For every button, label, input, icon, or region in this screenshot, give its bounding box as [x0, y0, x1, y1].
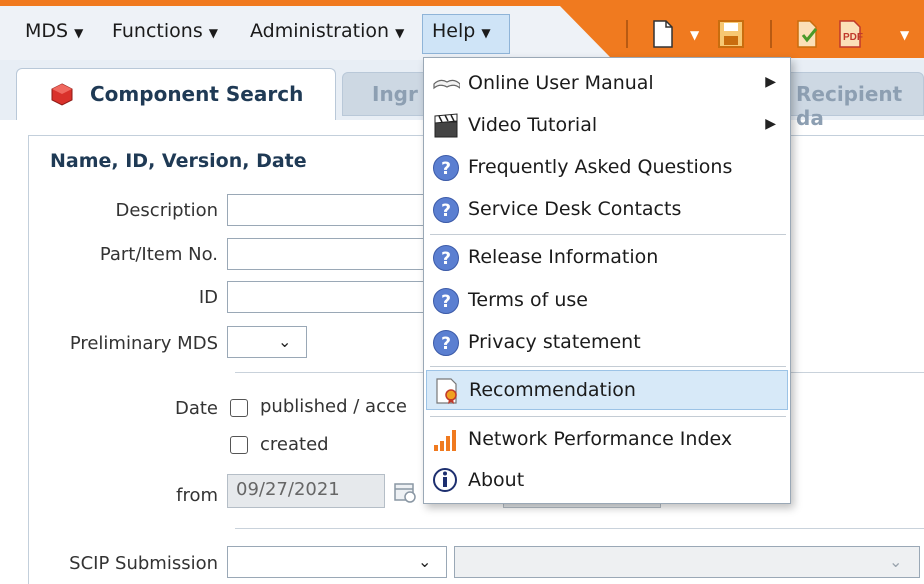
- menu-mds[interactable]: MDS ▼: [25, 20, 83, 42]
- published-label: published / acce: [260, 396, 407, 417]
- menu-item-privacy-statement[interactable]: ? Privacy statement: [424, 323, 790, 363]
- scip-secondary-select[interactable]: ⌄: [454, 546, 920, 578]
- menu-help-label: Help: [432, 20, 476, 42]
- menu-separator: [430, 416, 786, 417]
- menu-functions[interactable]: Functions ▼: [112, 20, 218, 42]
- menu-item-label: Frequently Asked Questions: [468, 156, 733, 178]
- certificate-icon: [436, 378, 457, 404]
- question-icon: ?: [433, 155, 461, 183]
- info-icon: [433, 468, 457, 492]
- svg-text:PDF: PDF: [843, 32, 863, 43]
- part-item-label: Part/Item No.: [99, 244, 218, 265]
- menu-item-label: Terms of use: [468, 289, 588, 311]
- tab-component-search-label: Component Search: [90, 82, 304, 106]
- menu-functions-label: Functions: [112, 20, 203, 42]
- from-label: from: [176, 485, 218, 506]
- menu-item-faq[interactable]: ? Frequently Asked Questions: [424, 148, 790, 188]
- tab-recipient-label: Recipient da: [796, 82, 903, 130]
- save-icon[interactable]: [718, 20, 744, 48]
- preliminary-mds-label: Preliminary MDS: [69, 333, 218, 354]
- scip-submission-select[interactable]: ⌄: [227, 546, 447, 578]
- new-document-icon[interactable]: [652, 20, 674, 48]
- chevron-down-icon: ⌄: [418, 552, 432, 571]
- menu-item-label: About: [468, 469, 525, 491]
- menu-item-label: Recommendation: [469, 379, 636, 401]
- toolbar-divider: [770, 20, 772, 48]
- menu-bar-accent: [0, 0, 924, 6]
- chevron-down-icon: ⌄: [889, 552, 903, 571]
- submenu-arrow-icon: ▶: [765, 74, 776, 90]
- part-item-input[interactable]: [227, 238, 427, 270]
- from-date-input[interactable]: 09/27/2021: [227, 474, 385, 508]
- chevron-down-icon: ▼: [481, 26, 491, 40]
- section-title: Name, ID, Version, Date: [50, 150, 307, 172]
- preliminary-mds-select[interactable]: ⌄: [227, 326, 307, 358]
- menu-item-release-information[interactable]: ? Release Information: [424, 238, 790, 278]
- description-input[interactable]: [227, 194, 427, 226]
- description-label: Description: [115, 200, 218, 221]
- question-icon: ?: [433, 245, 461, 273]
- published-checkbox[interactable]: [230, 399, 248, 417]
- chevron-down-icon: ▼: [74, 26, 84, 40]
- question-icon: ?: [433, 288, 461, 316]
- id-input[interactable]: [227, 281, 427, 313]
- menu-mds-label: MDS: [25, 20, 69, 42]
- pdf-icon[interactable]: PDF: [838, 20, 864, 48]
- menu-item-service-desk[interactable]: ? Service Desk Contacts: [424, 190, 790, 230]
- signal-bars-icon: [434, 430, 456, 451]
- cube-icon: [51, 83, 73, 106]
- menu-administration[interactable]: Administration ▼: [250, 20, 404, 42]
- submenu-arrow-icon: ▶: [765, 116, 776, 132]
- menu-item-recommendation[interactable]: Recommendation: [426, 370, 788, 410]
- menu-separator: [430, 234, 786, 235]
- created-label: created: [260, 434, 329, 455]
- divider: [235, 528, 924, 529]
- menu-item-label: Video Tutorial: [468, 114, 598, 136]
- menu-item-online-user-manual[interactable]: Online User Manual ▶: [424, 64, 790, 104]
- scip-submission-label: SCIP Submission: [69, 553, 218, 574]
- chevron-down-icon: ⌄: [278, 332, 292, 351]
- menu-item-label: Release Information: [468, 246, 659, 268]
- menu-separator: [430, 366, 786, 367]
- id-label: ID: [198, 287, 218, 308]
- chevron-down-icon[interactable]: ▼: [690, 28, 699, 42]
- menu-help[interactable]: Help ▼: [432, 20, 491, 42]
- chevron-down-icon: ▼: [395, 26, 405, 40]
- chevron-down-icon: ▼: [208, 26, 218, 40]
- document-check-icon[interactable]: [796, 20, 820, 48]
- help-dropdown-menu: Online User Manual ▶ Video Tutorial ▶ ? …: [423, 57, 791, 504]
- clapperboard-icon: [434, 113, 458, 138]
- menu-item-label: Online User Manual: [468, 72, 654, 94]
- tab-ingredients-label: Ingr: [372, 82, 418, 106]
- menu-item-network-performance[interactable]: Network Performance Index: [424, 420, 790, 460]
- question-icon: ?: [433, 197, 461, 225]
- menu-item-terms-of-use[interactable]: ? Terms of use: [424, 281, 790, 321]
- calendar-icon[interactable]: [393, 480, 417, 504]
- menu-item-label: Service Desk Contacts: [468, 198, 682, 220]
- question-icon: ?: [433, 330, 461, 358]
- chevron-down-icon[interactable]: ▼: [900, 28, 909, 42]
- menu-item-label: Privacy statement: [468, 331, 641, 353]
- menu-item-about[interactable]: About: [424, 461, 790, 501]
- book-icon: [433, 79, 460, 90]
- created-checkbox[interactable]: [230, 436, 248, 454]
- menu-item-video-tutorial[interactable]: Video Tutorial ▶: [424, 106, 790, 146]
- toolbar-divider: [626, 20, 628, 48]
- menu-administration-label: Administration: [250, 20, 390, 42]
- date-label: Date: [174, 398, 218, 419]
- menu-item-label: Network Performance Index: [468, 428, 733, 450]
